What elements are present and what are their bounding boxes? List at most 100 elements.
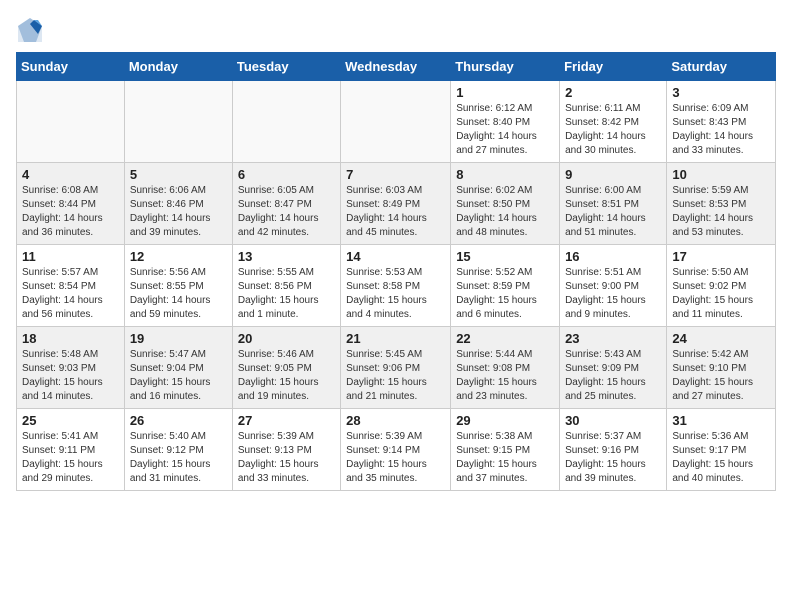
calendar-cell: 5 Sunrise: 6:06 AM Sunset: 8:46 PM Daylig… [124, 163, 232, 245]
day-number: 25 [22, 413, 119, 428]
page-header [16, 16, 776, 44]
day-number: 5 [130, 167, 227, 182]
weekday-friday: Friday [560, 53, 667, 81]
day-number: 26 [130, 413, 227, 428]
day-number: 3 [672, 85, 770, 100]
day-number: 24 [672, 331, 770, 346]
day-number: 1 [456, 85, 554, 100]
day-number: 4 [22, 167, 119, 182]
day-info: Sunrise: 5:38 AM Sunset: 9:15 PM Dayligh… [456, 430, 554, 486]
weekday-sunday: Sunday [17, 53, 125, 81]
calendar-cell: 19 Sunrise: 5:47 AM Sunset: 9:04 PM Dayli… [124, 327, 232, 409]
day-number: 21 [346, 331, 445, 346]
calendar-cell [341, 81, 451, 163]
calendar-cell: 6Sunrise: 6:05 AM Sunset: 8:47 PM Daylig… [232, 163, 340, 245]
day-number: 28 [346, 413, 445, 428]
day-info: Sunrise: 5:36 AM Sunset: 9:17 PM Dayligh… [672, 430, 770, 486]
day-info: Sunrise: 5:43 AM Sunset: 9:09 PM Dayligh… [565, 348, 661, 404]
day-number: 12 [130, 249, 227, 264]
calendar-body: 1 Sunrise: 6:12 AM Sunset: 8:40 PM Daylig… [17, 81, 776, 491]
calendar-cell: 12 Sunrise: 5:56 AM Sunset: 8:55 PM Dayli… [124, 245, 232, 327]
day-info: Sunrise: 5:51 AM Sunset: 9:00 PM Dayligh… [565, 266, 661, 322]
day-info: Sunrise: 6:02 AM Sunset: 8:50 PM Dayligh… [456, 184, 554, 240]
logo [16, 16, 48, 44]
day-number: 2 [565, 85, 661, 100]
calendar-cell: 13 Sunrise: 5:55 AM Sunset: 8:56 PM Dayli… [232, 245, 340, 327]
day-info: Sunrise: 5:48 AM Sunset: 9:03 PM Dayligh… [22, 348, 119, 404]
calendar-cell: 30 Sunrise: 5:37 AM Sunset: 9:16 PM Dayli… [560, 409, 667, 491]
day-info: Sunrise: 6:05 AM Sunset: 8:47 PM Dayligh… [238, 184, 335, 240]
weekday-header-row: SundayMondayTuesdayWednesdayThursdayFrid… [17, 53, 776, 81]
calendar-week-4: 18 Sunrise: 5:48 AM Sunset: 9:03 PM Dayli… [17, 327, 776, 409]
calendar-cell: 10 Sunrise: 5:59 AM Sunset: 8:53 PM Dayli… [667, 163, 776, 245]
day-info: Sunrise: 5:56 AM Sunset: 8:55 PM Dayligh… [130, 266, 227, 322]
calendar-cell: 26 Sunrise: 5:40 AM Sunset: 9:12 PM Dayli… [124, 409, 232, 491]
calendar-cell: 11 Sunrise: 5:57 AM Sunset: 8:54 PM Dayli… [17, 245, 125, 327]
day-number: 18 [22, 331, 119, 346]
day-info: Sunrise: 5:57 AM Sunset: 8:54 PM Dayligh… [22, 266, 119, 322]
day-number: 13 [238, 249, 335, 264]
calendar-cell: 24 Sunrise: 5:42 AM Sunset: 9:10 PM Dayli… [667, 327, 776, 409]
day-number: 23 [565, 331, 661, 346]
day-number: 20 [238, 331, 335, 346]
calendar-cell: 21 Sunrise: 5:45 AM Sunset: 9:06 PM Dayli… [341, 327, 451, 409]
calendar-cell: 18 Sunrise: 5:48 AM Sunset: 9:03 PM Dayli… [17, 327, 125, 409]
weekday-saturday: Saturday [667, 53, 776, 81]
day-number: 10 [672, 167, 770, 182]
calendar-table: SundayMondayTuesdayWednesdayThursdayFrid… [16, 52, 776, 491]
calendar-cell: 23 Sunrise: 5:43 AM Sunset: 9:09 PM Dayli… [560, 327, 667, 409]
day-info: Sunrise: 6:12 AM Sunset: 8:40 PM Dayligh… [456, 102, 554, 158]
day-info: Sunrise: 6:11 AM Sunset: 8:42 PM Dayligh… [565, 102, 661, 158]
day-number: 19 [130, 331, 227, 346]
day-number: 9 [565, 167, 661, 182]
calendar-cell: 14Sunrise: 5:53 AM Sunset: 8:58 PM Dayli… [341, 245, 451, 327]
day-info: Sunrise: 5:37 AM Sunset: 9:16 PM Dayligh… [565, 430, 661, 486]
calendar-cell: 1 Sunrise: 6:12 AM Sunset: 8:40 PM Daylig… [451, 81, 560, 163]
day-info: Sunrise: 6:00 AM Sunset: 8:51 PM Dayligh… [565, 184, 661, 240]
day-info: Sunrise: 5:46 AM Sunset: 9:05 PM Dayligh… [238, 348, 335, 404]
day-info: Sunrise: 5:53 AM Sunset: 8:58 PM Dayligh… [346, 266, 445, 322]
weekday-thursday: Thursday [451, 53, 560, 81]
day-info: Sunrise: 5:47 AM Sunset: 9:04 PM Dayligh… [130, 348, 227, 404]
day-number: 11 [22, 249, 119, 264]
calendar-cell: 25 Sunrise: 5:41 AM Sunset: 9:11 PM Dayli… [17, 409, 125, 491]
calendar-cell: 4Sunrise: 6:08 AM Sunset: 8:44 PM Daylig… [17, 163, 125, 245]
calendar-cell [124, 81, 232, 163]
calendar-cell: 7 Sunrise: 6:03 AM Sunset: 8:49 PM Daylig… [341, 163, 451, 245]
day-number: 17 [672, 249, 770, 264]
day-number: 31 [672, 413, 770, 428]
day-info: Sunrise: 5:42 AM Sunset: 9:10 PM Dayligh… [672, 348, 770, 404]
day-number: 29 [456, 413, 554, 428]
day-info: Sunrise: 6:06 AM Sunset: 8:46 PM Dayligh… [130, 184, 227, 240]
calendar-cell [232, 81, 340, 163]
weekday-monday: Monday [124, 53, 232, 81]
calendar-cell: 27Sunrise: 5:39 AM Sunset: 9:13 PM Dayli… [232, 409, 340, 491]
calendar-cell: 17 Sunrise: 5:50 AM Sunset: 9:02 PM Dayli… [667, 245, 776, 327]
calendar-cell: 29 Sunrise: 5:38 AM Sunset: 9:15 PM Dayli… [451, 409, 560, 491]
day-number: 7 [346, 167, 445, 182]
calendar-cell: 9 Sunrise: 6:00 AM Sunset: 8:51 PM Daylig… [560, 163, 667, 245]
day-info: Sunrise: 5:39 AM Sunset: 9:13 PM Dayligh… [238, 430, 335, 486]
day-info: Sunrise: 5:39 AM Sunset: 9:14 PM Dayligh… [346, 430, 445, 486]
day-number: 16 [565, 249, 661, 264]
day-info: Sunrise: 5:41 AM Sunset: 9:11 PM Dayligh… [22, 430, 119, 486]
weekday-tuesday: Tuesday [232, 53, 340, 81]
day-info: Sunrise: 6:03 AM Sunset: 8:49 PM Dayligh… [346, 184, 445, 240]
day-info: Sunrise: 5:59 AM Sunset: 8:53 PM Dayligh… [672, 184, 770, 240]
calendar-cell: 31 Sunrise: 5:36 AM Sunset: 9:17 PM Dayli… [667, 409, 776, 491]
day-info: Sunrise: 5:55 AM Sunset: 8:56 PM Dayligh… [238, 266, 335, 322]
day-info: Sunrise: 5:45 AM Sunset: 9:06 PM Dayligh… [346, 348, 445, 404]
calendar-cell: 15Sunrise: 5:52 AM Sunset: 8:59 PM Dayli… [451, 245, 560, 327]
calendar-cell: 28 Sunrise: 5:39 AM Sunset: 9:14 PM Dayli… [341, 409, 451, 491]
day-info: Sunrise: 6:09 AM Sunset: 8:43 PM Dayligh… [672, 102, 770, 158]
calendar-cell: 22Sunrise: 5:44 AM Sunset: 9:08 PM Dayli… [451, 327, 560, 409]
day-number: 22 [456, 331, 554, 346]
calendar-cell: 3 Sunrise: 6:09 AM Sunset: 8:43 PM Daylig… [667, 81, 776, 163]
calendar-week-2: 4Sunrise: 6:08 AM Sunset: 8:44 PM Daylig… [17, 163, 776, 245]
calendar-cell: 2 Sunrise: 6:11 AM Sunset: 8:42 PM Daylig… [560, 81, 667, 163]
calendar-header: SundayMondayTuesdayWednesdayThursdayFrid… [17, 53, 776, 81]
day-number: 30 [565, 413, 661, 428]
day-info: Sunrise: 5:50 AM Sunset: 9:02 PM Dayligh… [672, 266, 770, 322]
day-number: 8 [456, 167, 554, 182]
day-info: Sunrise: 5:40 AM Sunset: 9:12 PM Dayligh… [130, 430, 227, 486]
